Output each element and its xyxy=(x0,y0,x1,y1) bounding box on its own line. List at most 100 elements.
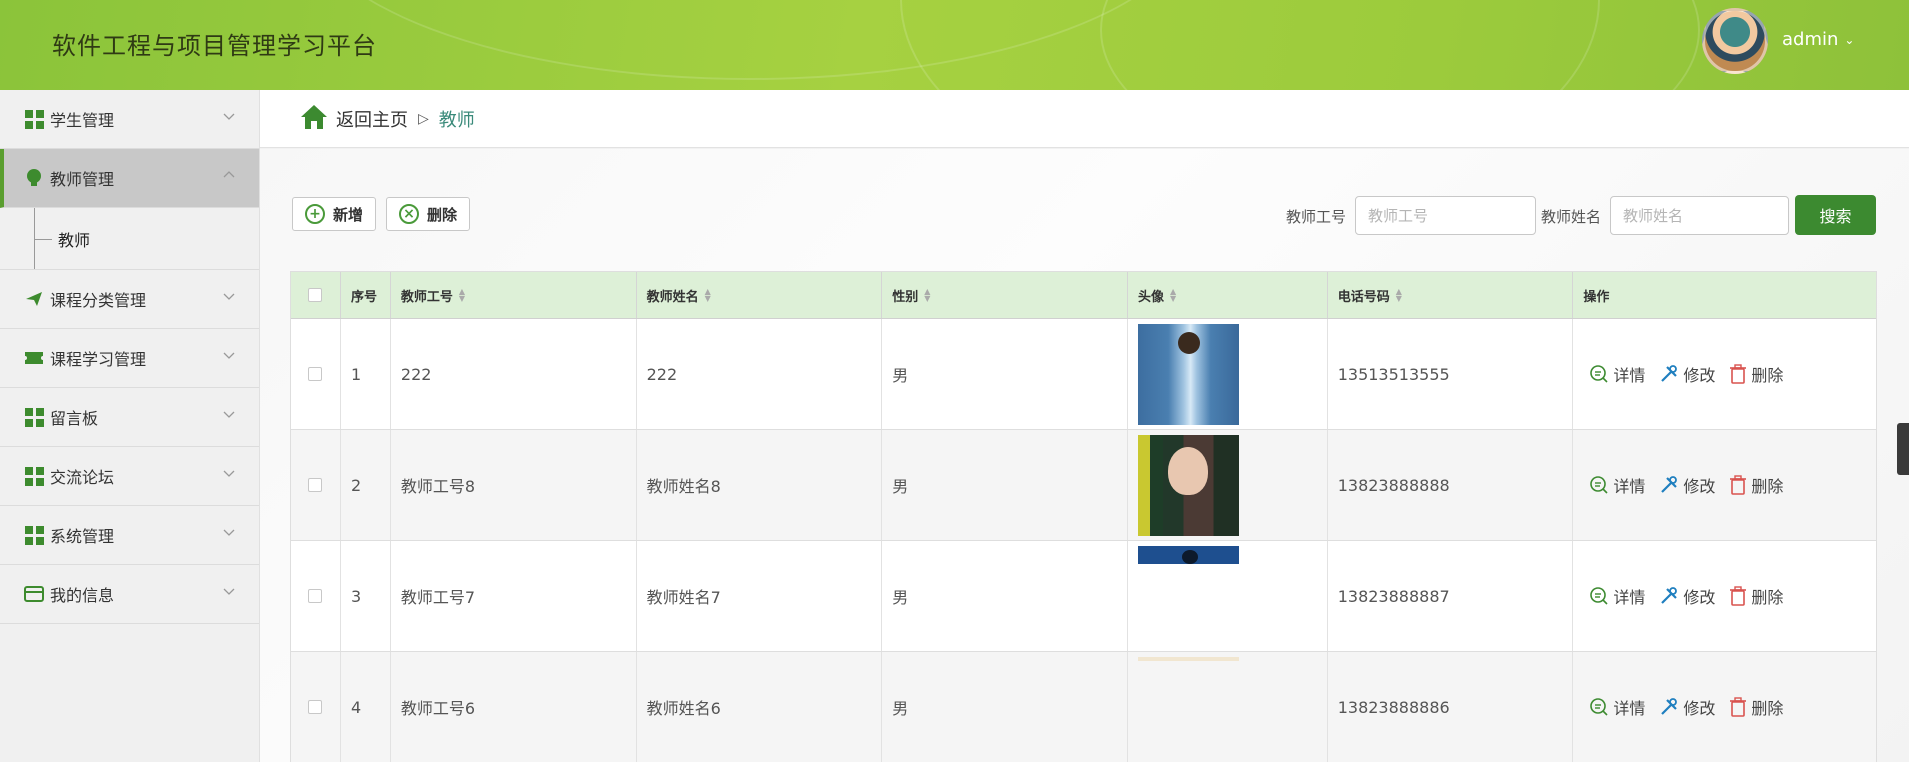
index-cell: 4 xyxy=(341,652,391,762)
side-collapse-handle[interactable] xyxy=(1897,423,1909,475)
avatar[interactable] xyxy=(1702,8,1768,74)
chevron-down-icon xyxy=(223,349,235,361)
sidebar-item-label: 教师管理 xyxy=(50,170,115,189)
sidebar-item-label: 课程分类管理 xyxy=(50,291,147,310)
sidebar-item-forum[interactable]: 交流论坛 xyxy=(0,447,259,506)
avatar-cell xyxy=(1128,652,1328,762)
breadcrumb-separator-icon: ▷ xyxy=(418,110,429,127)
teacher-name-cell: 教师姓名7 xyxy=(637,541,883,651)
plus-circle-icon: + xyxy=(305,204,325,224)
row-checkbox[interactable] xyxy=(308,589,323,603)
grid-icon xyxy=(24,466,44,486)
sidebar-item-label: 留言板 xyxy=(50,409,99,428)
sort-icon[interactable]: ▲ ▼ xyxy=(1170,288,1176,303)
main-content: + 新增 × 删除 教师工号 教师姓名 搜索 序号 教师工号 ▲▼ 教师姓名 ▲▼ … xyxy=(260,149,1909,762)
sidebar: 学生管理 教师管理 教师 课程分类管理 课程学习管理 留言板 交流论坛 系统管理… xyxy=(0,90,260,762)
table-row: 1 222 222 男 13513513555 详情 修改 删除 xyxy=(291,319,1876,430)
column-header[interactable]: 电话号码 ▲ ▼ xyxy=(1328,272,1574,318)
gender-cell: 男 xyxy=(882,541,1128,651)
teacher-id-cell: 教师工号8 xyxy=(391,430,637,540)
sidebar-item-label: 课程学习管理 xyxy=(50,350,147,369)
sidebar-item-message-board[interactable]: 留言板 xyxy=(0,388,259,447)
teacher-photo[interactable] xyxy=(1137,323,1239,425)
row-checkbox[interactable] xyxy=(308,478,323,492)
sidebar-item-teacher-management[interactable]: 教师管理 xyxy=(0,149,259,208)
column-header-label: 教师工号 xyxy=(400,289,453,305)
teacher-id-cell: 教师工号6 xyxy=(391,652,637,762)
gender-cell: 男 xyxy=(882,319,1128,429)
sort-icon[interactable]: ▲ ▼ xyxy=(1396,288,1402,303)
detail-button[interactable]: 详情 xyxy=(1589,695,1645,719)
search-button[interactable]: 搜索 xyxy=(1795,195,1876,235)
edit-button[interactable]: 修改 xyxy=(1659,584,1715,608)
bulb-icon xyxy=(24,168,44,188)
teacher-photo[interactable] xyxy=(1137,545,1239,647)
sort-icon[interactable]: ▲ ▼ xyxy=(924,288,930,303)
teacher-photo[interactable] xyxy=(1137,656,1239,758)
sidebar-item-course-category[interactable]: 课程分类管理 xyxy=(0,270,259,329)
delete-button[interactable]: 删除 xyxy=(1729,473,1783,497)
sidebar-subitem-label: 教师 xyxy=(58,230,91,250)
sidebar-item-label: 系统管理 xyxy=(50,527,115,546)
sidebar-item-system-management[interactable]: 系统管理 xyxy=(0,506,259,565)
delete-label: 删除 xyxy=(1751,477,1784,496)
edit-label: 修改 xyxy=(1683,477,1716,496)
table-row: 2 教师工号8 教师姓名8 男 13823888888 详情 修改 删除 xyxy=(291,430,1876,541)
detail-button[interactable]: 详情 xyxy=(1589,584,1645,608)
teacher-photo[interactable] xyxy=(1137,434,1239,536)
actions-cell: 详情 修改 删除 xyxy=(1573,652,1876,762)
index-cell: 2 xyxy=(341,430,391,540)
detail-button[interactable]: 详情 xyxy=(1589,473,1645,497)
column-header-label: 性别 xyxy=(892,289,919,305)
edit-button[interactable]: 修改 xyxy=(1659,362,1715,386)
sidebar-item-course-study[interactable]: 课程学习管理 xyxy=(0,329,259,388)
chevron-down-icon xyxy=(223,290,235,302)
row-checkbox[interactable] xyxy=(308,700,323,714)
wrench-icon xyxy=(1661,476,1678,493)
sidebar-subitem-teacher[interactable]: 教师 xyxy=(0,208,259,270)
edit-button[interactable]: 修改 xyxy=(1659,695,1715,719)
grid-icon xyxy=(24,109,44,129)
sort-icon[interactable]: ▲ ▼ xyxy=(705,288,711,303)
select-all-cell xyxy=(291,272,341,318)
wallet-icon xyxy=(24,584,44,604)
breadcrumb-home-link[interactable]: 返回主页 xyxy=(336,106,408,132)
sort-icon[interactable]: ▲ ▼ xyxy=(459,288,465,303)
teacher-id-label: 教师工号 xyxy=(1286,208,1347,226)
column-header[interactable]: 教师工号 ▲ ▼ xyxy=(391,272,637,318)
user-menu[interactable]: admin ⌄ xyxy=(1782,29,1854,50)
delete-button[interactable]: 删除 xyxy=(1729,362,1783,386)
delete-button-label: 删除 xyxy=(427,205,458,224)
column-header: 序号 xyxy=(341,272,391,318)
row-checkbox[interactable] xyxy=(308,367,323,381)
phone-cell: 13823888886 xyxy=(1328,652,1574,762)
delete-label: 删除 xyxy=(1751,366,1784,385)
add-button[interactable]: + 新增 xyxy=(292,197,377,231)
edit-button[interactable]: 修改 xyxy=(1659,473,1715,497)
column-header[interactable]: 头像 ▲ ▼ xyxy=(1128,272,1328,318)
home-icon[interactable] xyxy=(300,104,328,134)
delete-button[interactable]: 删除 xyxy=(1729,695,1783,719)
detail-button[interactable]: 详情 xyxy=(1589,362,1645,386)
row-select-cell xyxy=(291,430,341,540)
teacher-name-cell: 教师姓名6 xyxy=(637,652,883,762)
sidebar-item-student-management[interactable]: 学生管理 xyxy=(0,90,259,149)
column-header[interactable]: 教师姓名 ▲ ▼ xyxy=(637,272,883,318)
edit-label: 修改 xyxy=(1683,366,1716,385)
paper-plane-icon xyxy=(24,289,44,309)
grid-icon xyxy=(24,407,44,427)
chevron-down-icon xyxy=(223,467,235,479)
app-title: 软件工程与项目管理学习平台 xyxy=(52,32,377,60)
column-header[interactable]: 性别 ▲ ▼ xyxy=(882,272,1128,318)
delete-button[interactable]: 删除 xyxy=(1729,584,1783,608)
detail-label: 详情 xyxy=(1613,699,1646,718)
top-header: 软件工程与项目管理学习平台 admin ⌄ xyxy=(0,0,1909,90)
edit-label: 修改 xyxy=(1683,699,1716,718)
batch-delete-button[interactable]: × 删除 xyxy=(386,197,471,231)
teacher-id-input[interactable] xyxy=(1355,196,1536,235)
select-all-checkbox[interactable] xyxy=(308,288,323,302)
sidebar-item-my-info[interactable]: 我的信息 xyxy=(0,565,259,624)
teacher-name-input[interactable] xyxy=(1610,196,1789,235)
search-detail-icon xyxy=(1590,476,1608,494)
sidebar-item-label: 学生管理 xyxy=(50,111,115,130)
